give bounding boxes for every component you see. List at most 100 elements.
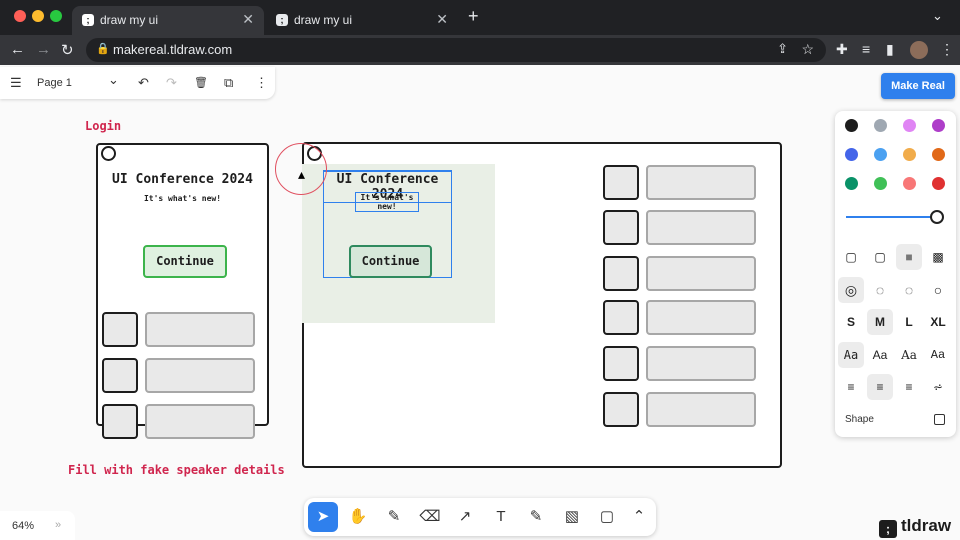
sketch-avatar-box[interactable] [102,312,138,347]
undo-icon[interactable]: ↶ [138,75,149,91]
sketch-text-bar[interactable] [646,165,756,200]
profile-avatar[interactable] [910,41,928,59]
text-tool-icon[interactable]: T [486,502,516,532]
page-name[interactable]: Page 1 [37,77,72,89]
color-swatch[interactable] [874,119,887,132]
font-draw-button[interactable]: Aa [838,342,864,368]
browser-tab-active[interactable]: ; draw my ui ✕ [72,6,264,35]
sketch-subtitle[interactable]: It's what's new! [100,194,265,203]
close-window-icon[interactable] [14,10,26,22]
sketch-circle[interactable] [101,146,116,161]
sketch-avatar-box[interactable] [603,256,639,291]
zoom-level[interactable]: 64% [12,520,34,532]
align-left-icon[interactable]: ≡ [838,374,864,400]
url-field[interactable]: 🔒 makereal.tldraw.com ⇪ ☆ [86,38,826,62]
select-tool-icon[interactable]: ➤ [308,502,338,532]
new-tab-button[interactable]: + [468,6,479,27]
sketch-text-bar[interactable] [646,346,756,381]
sketch-title[interactable]: UI Conference 2024 [100,172,265,187]
eraser-tool-icon[interactable]: ⌫ [415,502,445,532]
font-serif-button[interactable]: Aa [896,342,922,368]
sketch-text-bar[interactable] [646,256,756,291]
size-m-button[interactable]: M [867,309,893,335]
reload-icon[interactable]: ↻ [61,41,74,59]
hand-tool-icon[interactable]: ✋ [343,502,373,532]
sketch-text-bar[interactable] [145,312,255,347]
sketch-text-bar[interactable] [145,404,255,439]
shape-checkbox[interactable] [934,414,945,425]
redo-icon[interactable]: ↷ [166,75,177,91]
dash-solid-icon[interactable]: ○ [925,277,951,303]
minimize-window-icon[interactable] [32,10,44,22]
arrow-tool-icon[interactable]: ↗ [450,502,480,532]
tldraw-brand[interactable]: ; tldraw [879,516,951,538]
sketch-text-bar[interactable] [145,358,255,393]
sketch-text-bar[interactable] [646,300,756,335]
tab-close-icon[interactable]: ✕ [242,11,254,28]
color-swatch[interactable] [845,177,858,190]
color-swatch[interactable] [932,148,945,161]
note-tool-icon[interactable]: ✎ [521,502,551,532]
dash-dashed-icon[interactable]: ◌ [867,277,893,303]
sketch-avatar-box[interactable] [603,392,639,427]
color-swatch[interactable] [845,148,858,161]
draw-tool-icon[interactable]: ✎ [379,502,409,532]
sketch-continue-button[interactable]: Continue [143,245,227,278]
more-actions-icon[interactable]: ⋮ [255,75,268,91]
fill-semi-icon[interactable]: ▢ [867,244,893,270]
reading-list-icon[interactable]: ≡ [862,41,870,57]
color-swatch[interactable] [874,148,887,161]
sketch-text-bar[interactable] [646,392,756,427]
image-tool-icon[interactable]: ▧ [557,502,587,532]
opacity-slider-thumb[interactable] [930,210,944,224]
page-menu-chevron-icon[interactable]: ⌄ [108,72,119,88]
maximize-window-icon[interactable] [50,10,62,22]
dash-draw-icon[interactable]: ◎ [838,277,864,303]
login-annotation[interactable]: Login [85,119,121,133]
bookmark-star-icon[interactable]: ☆ [801,41,814,58]
sketch-subtitle[interactable]: It's what's new! [355,192,419,212]
tab-search-icon[interactable]: ⌄ [932,8,943,24]
font-mono-button[interactable]: Aa [925,342,951,368]
forward-icon[interactable]: → [36,41,51,58]
size-l-button[interactable]: L [896,309,922,335]
align-right-icon[interactable]: ≡ [896,374,922,400]
sketch-avatar-box[interactable] [603,165,639,200]
color-swatch[interactable] [874,177,887,190]
more-tools-chevron-icon[interactable]: ⌃ [624,502,654,532]
color-swatch[interactable] [903,148,916,161]
side-panel-icon[interactable]: ▮ [886,41,894,58]
align-center-icon[interactable]: ≡ [867,374,893,400]
minimap-toggle-icon[interactable]: » [55,519,61,531]
color-swatch[interactable] [932,177,945,190]
rectangle-tool-icon[interactable]: ▢ [592,502,622,532]
fill-annotation[interactable]: Fill with fake speaker details [68,463,285,477]
vertical-align-icon[interactable]: ⩫ [925,374,951,400]
color-swatch[interactable] [903,177,916,190]
color-swatch[interactable] [903,119,916,132]
back-icon[interactable]: ← [10,41,25,58]
fill-solid-icon[interactable]: ■ [896,244,922,270]
opacity-slider-track[interactable] [846,216,942,218]
font-sans-button[interactable]: Aa [867,342,893,368]
sketch-avatar-box[interactable] [102,404,138,439]
tab-close-icon[interactable]: ✕ [436,11,448,28]
sketch-avatar-box[interactable] [603,346,639,381]
sketch-text-bar[interactable] [646,210,756,245]
duplicate-icon[interactable]: ⧉ [224,75,233,91]
fill-pattern-icon[interactable]: ▩ [925,244,951,270]
delete-icon[interactable]: 🗑 [194,76,208,89]
main-menu-icon[interactable]: ☰ [10,75,22,91]
color-swatch[interactable] [845,119,858,132]
fill-none-icon[interactable]: ▢ [838,244,864,270]
sketch-continue-button[interactable]: Continue [349,245,432,278]
sketch-avatar-box[interactable] [102,358,138,393]
extensions-icon[interactable]: ✚ [836,41,848,58]
color-swatch[interactable] [932,119,945,132]
size-s-button[interactable]: S [838,309,864,335]
make-real-button[interactable]: Make Real [881,73,955,99]
sketch-avatar-box[interactable] [603,210,639,245]
browser-tab[interactable]: ; draw my ui ✕ [266,6,458,35]
share-icon[interactable]: ⇪ [777,41,788,57]
browser-menu-icon[interactable]: ⋮ [940,41,954,58]
